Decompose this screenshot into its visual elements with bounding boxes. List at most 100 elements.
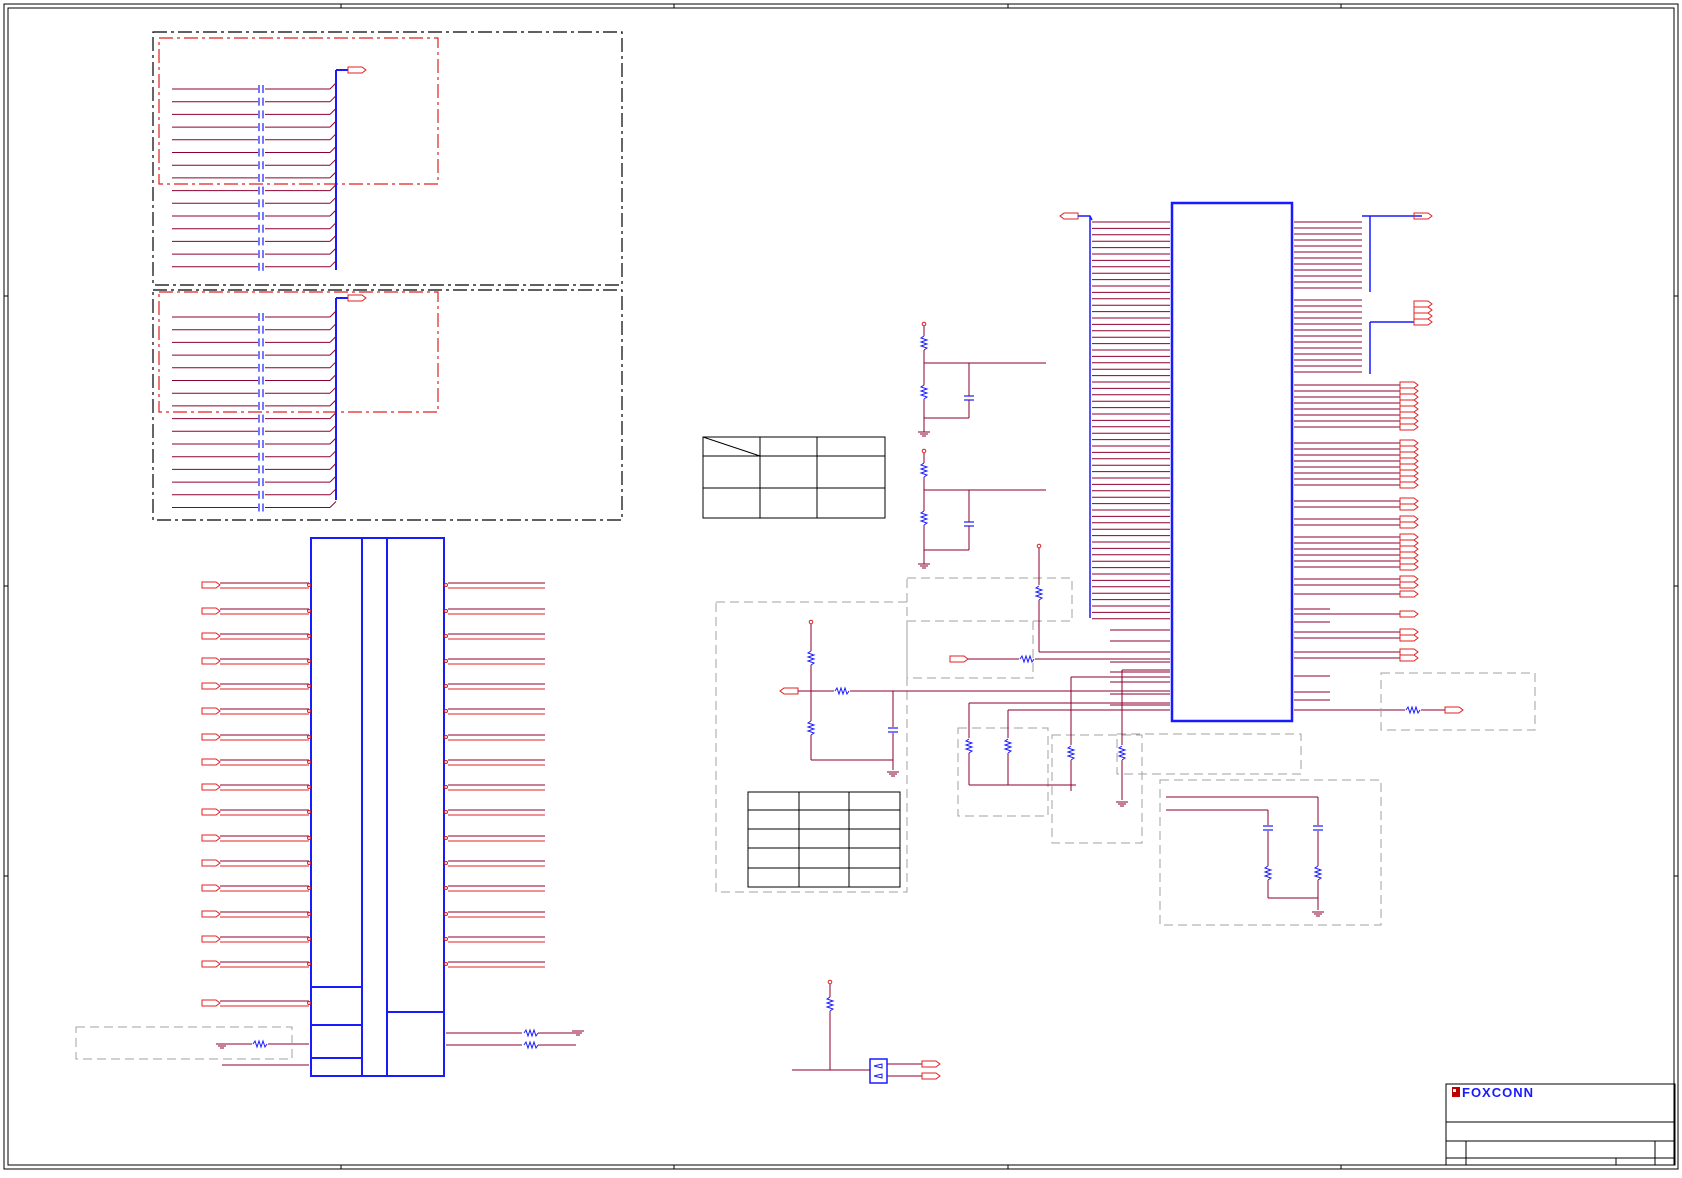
connector-pin-right [444,809,545,816]
off-page-connector [949,655,969,663]
main-ic [1170,201,1294,723]
bus-off-page-connector [347,66,367,74]
off-page-connector [1444,706,1464,714]
capacitor [258,363,264,372]
diode-mark [873,1073,883,1079]
connector-pin-right [444,633,545,640]
ic-output-pin [1294,469,1419,477]
connector-pin-left [201,707,311,715]
off-page-connector [1399,497,1419,505]
connector-pin-left [201,682,311,690]
off-page-connector [201,910,221,918]
pin-dot [307,709,311,713]
pin-dot [444,684,448,688]
capacitor [258,440,264,448]
off-page-connector [1399,539,1419,547]
ic-output-pin [1294,545,1419,553]
off-page-connector [1399,423,1419,431]
coupling-cap-net [172,95,337,106]
capacitor [258,389,264,398]
connector-pin-right [444,784,545,791]
resistor-divider [918,448,1046,569]
ic-output-pin [1294,654,1419,662]
capacitor [258,414,264,423]
pin-dot [307,735,311,739]
pin-dot [307,962,311,966]
capacitor [258,427,264,436]
coupling-cap-net [172,133,337,144]
pin-dot [444,634,448,638]
pin-dot [307,659,311,663]
off-page-connector [201,607,221,615]
logo-text: FOXCONN [1462,1085,1534,1100]
off-page-connector [1399,475,1419,483]
off-page-connector [1399,405,1419,413]
capacitor [964,395,974,401]
off-page-connector [1399,628,1419,636]
capacitor [258,338,264,347]
off-page-connector [201,859,221,867]
capacitor [258,97,264,106]
capacitor [258,401,264,410]
bus-off-page-connector [347,294,367,302]
ground-symbol [1312,911,1324,917]
resistor [252,1039,268,1049]
ic-output-pin [1294,393,1419,401]
pin-dot [307,583,311,587]
discrete-circuits [779,321,1324,1084]
capacitor [258,199,264,208]
diode-mark [873,1063,883,1069]
resistor [919,462,929,478]
coupling-cap-net [172,501,337,512]
connector-pin-right [444,683,545,690]
pin-dot [444,962,448,966]
pin-dot [307,684,311,688]
off-page-connector [1413,306,1433,314]
pin-dot [444,735,448,739]
ic-output-pin [1294,533,1419,541]
pin-dot [307,937,311,941]
resistor [1019,654,1035,664]
connector-pin-right [444,885,545,892]
off-page-connector [201,682,221,690]
off-page-connector [1399,575,1419,583]
coupling-cap-net [172,336,337,347]
connector-pin-left [201,935,311,943]
ic-output-pin [1294,399,1419,407]
off-page-connector [1399,503,1419,511]
capacitor [964,521,974,527]
resistor [825,996,835,1012]
off-page-connector [1413,318,1433,326]
strap-table-1 [702,436,886,519]
pin-dot [307,861,311,865]
off-page-connector [1399,648,1419,656]
resistor [919,335,929,351]
off-page-connector [1399,439,1419,447]
pin-dot [444,886,448,890]
off-page-connector [1399,590,1419,598]
strap-table-2 [747,791,901,888]
pin-dot [444,760,448,764]
connector-pin-right [444,835,545,842]
capacitor [258,478,264,487]
pin-dot [444,912,448,916]
coupling-cap-net [172,348,337,360]
pin-dot [307,912,311,916]
coupling-cap-net [172,235,337,246]
ic-output-pin [1294,451,1419,459]
off-page-connector [201,657,221,665]
connector-pin-left [201,581,311,589]
ic-output-pin [1294,557,1419,565]
ic-output-pin [1294,503,1419,511]
capacitor [1263,825,1273,831]
off-page-connector [1399,469,1419,477]
ic-output-pin [1294,475,1419,483]
pin-dot [307,836,311,840]
ic-output-pin [1294,575,1419,583]
resistor-divider [918,321,1046,437]
resistor [1263,865,1273,881]
ic-output-pin [1294,411,1419,419]
resistor [1313,865,1323,881]
ic-resistor-output [1294,705,1464,715]
rc-filter-block [1166,796,1324,917]
